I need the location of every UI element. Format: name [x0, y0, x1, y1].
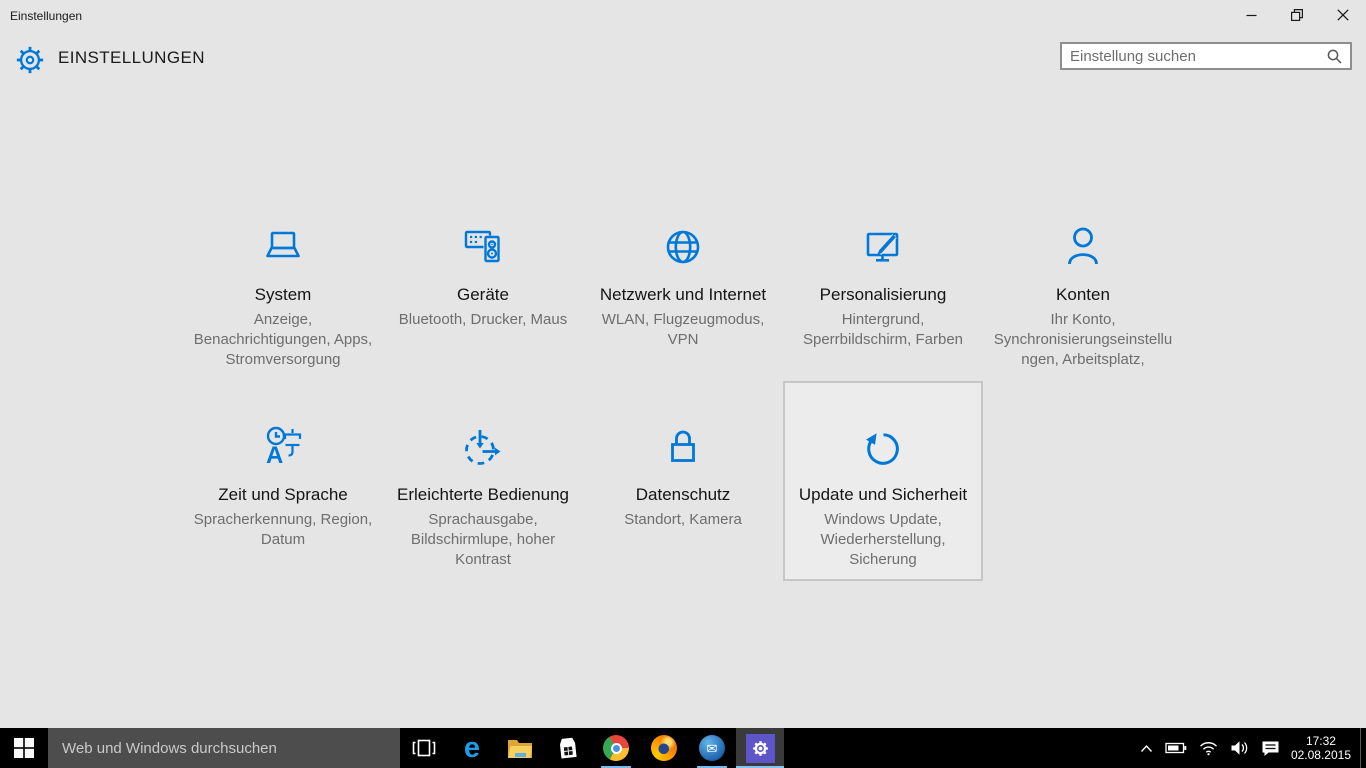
tile-title: Personalisierung	[820, 285, 947, 305]
svg-text:A: A	[266, 442, 283, 469]
tray-volume-button[interactable]	[1224, 728, 1255, 768]
tile-subtitle: WLAN, Flugzeugmodus, VPN	[591, 310, 775, 350]
settings-search-input[interactable]	[1062, 48, 1327, 65]
volume-icon	[1230, 740, 1249, 756]
globe-icon	[659, 223, 707, 271]
tile-title: Update und Sicherheit	[799, 485, 967, 505]
tray-battery-button[interactable]	[1159, 728, 1193, 768]
tile-system[interactable]: System Anzeige, Benachrichtigungen, Apps…	[183, 181, 383, 381]
gear-icon	[13, 43, 47, 82]
tile-title: System	[255, 285, 312, 305]
taskbar-clock[interactable]: 17:32 02.08.2015	[1291, 734, 1351, 762]
laptop-icon	[259, 223, 307, 271]
window-controls	[1228, 0, 1366, 30]
tray-wifi-button[interactable]	[1193, 728, 1224, 768]
taskbar: e	[0, 728, 1366, 768]
task-view-button[interactable]	[400, 728, 448, 768]
tile-accounts[interactable]: Konten Ihr Konto, Synchronisierungseinst…	[983, 181, 1183, 381]
titlebar: Einstellungen	[0, 0, 1366, 32]
settings-app-button[interactable]	[736, 728, 784, 768]
settings-category-grid: System Anzeige, Benachrichtigungen, Apps…	[183, 181, 1183, 581]
show-desktop-button[interactable]	[1360, 728, 1366, 768]
clock-time: 17:32	[1291, 734, 1351, 748]
action-center-icon	[1261, 740, 1280, 757]
person-icon	[1059, 223, 1107, 271]
taskbar-apps: e	[400, 728, 784, 768]
clock-date: 02.08.2015	[1291, 748, 1351, 762]
minimize-icon	[1246, 10, 1257, 21]
settings-search-box	[1060, 42, 1352, 70]
task-view-icon	[410, 736, 438, 760]
tile-subtitle: Standort, Kamera	[591, 510, 775, 530]
restore-icon	[1291, 9, 1303, 21]
clock-language-icon: A	[259, 423, 307, 471]
thunderbird-button[interactable]: ✉	[688, 728, 736, 768]
tile-subtitle: Anzeige, Benachrichtigungen, Apps, Strom…	[191, 310, 375, 370]
magnifier-icon[interactable]	[1327, 49, 1350, 64]
tile-update-security[interactable]: Update und Sicherheit Windows Update, Wi…	[783, 381, 983, 581]
tile-subtitle: Hintergrund, Sperrbildschirm, Farben	[791, 310, 975, 350]
tray-chevron-up-button[interactable]	[1134, 728, 1159, 768]
file-explorer-button[interactable]	[496, 728, 544, 768]
settings-app-icon	[746, 734, 775, 763]
system-tray: 17:32 02.08.2015	[1134, 728, 1366, 768]
taskbar-search-input[interactable]	[48, 740, 400, 757]
tile-title: Erleichterte Bedienung	[397, 485, 569, 505]
restore-button[interactable]	[1274, 0, 1320, 30]
tile-subtitle: Ihr Konto, Synchronisierungseinstellunge…	[991, 310, 1175, 370]
envelope-icon: ✉	[707, 742, 718, 755]
tile-title: Geräte	[457, 285, 509, 305]
action-center-button[interactable]	[1255, 728, 1286, 768]
taskbar-search-box	[48, 728, 400, 768]
tile-personalization[interactable]: Personalisierung Hintergrund, Sperrbilds…	[783, 181, 983, 381]
chrome-icon	[603, 735, 629, 761]
tile-title: Zeit und Sprache	[218, 485, 347, 505]
edge-button[interactable]: e	[448, 728, 496, 768]
page-title: EINSTELLUNGEN	[58, 48, 205, 68]
ease-of-access-icon	[459, 423, 507, 471]
tile-subtitle: Bluetooth, Drucker, Maus	[391, 310, 575, 330]
thunderbird-icon: ✉	[699, 735, 725, 761]
store-icon	[555, 735, 581, 761]
chevron-up-icon	[1140, 744, 1153, 753]
windows-logo-icon	[14, 738, 34, 758]
display-pen-icon	[859, 223, 907, 271]
chrome-button[interactable]	[592, 728, 640, 768]
tile-title: Konten	[1056, 285, 1110, 305]
battery-icon	[1165, 740, 1187, 756]
lock-icon	[659, 423, 707, 471]
tile-subtitle: Windows Update, Wiederherstellung, Siche…	[791, 510, 975, 570]
wifi-icon	[1199, 741, 1218, 756]
tile-privacy[interactable]: Datenschutz Standort, Kamera	[583, 381, 783, 581]
tile-devices[interactable]: Geräte Bluetooth, Drucker, Maus	[383, 181, 583, 381]
window-title: Einstellungen	[10, 9, 82, 23]
store-button[interactable]	[544, 728, 592, 768]
minimize-button[interactable]	[1228, 0, 1274, 30]
tile-title: Datenschutz	[636, 485, 731, 505]
edge-icon: e	[464, 734, 480, 763]
tile-ease-of-access[interactable]: Erleichterte Bedienung Sprachausgabe, Bi…	[383, 381, 583, 581]
close-button[interactable]	[1320, 0, 1366, 30]
close-icon	[1337, 9, 1349, 21]
keyboard-speaker-icon	[459, 223, 507, 271]
file-explorer-icon	[506, 736, 534, 760]
tile-network[interactable]: Netzwerk und Internet WLAN, Flugzeugmodu…	[583, 181, 783, 381]
refresh-icon	[859, 423, 907, 471]
firefox-button[interactable]	[640, 728, 688, 768]
firefox-icon	[651, 735, 677, 761]
start-button[interactable]	[0, 728, 48, 768]
tile-title: Netzwerk und Internet	[600, 285, 766, 305]
tile-subtitle: Sprachausgabe, Bildschirmlupe, hoher Kon…	[391, 510, 575, 570]
tile-time-language[interactable]: A Zeit und Sprache Spracherkennung, Regi…	[183, 381, 383, 581]
tile-subtitle: Spracherkennung, Region, Datum	[191, 510, 375, 550]
